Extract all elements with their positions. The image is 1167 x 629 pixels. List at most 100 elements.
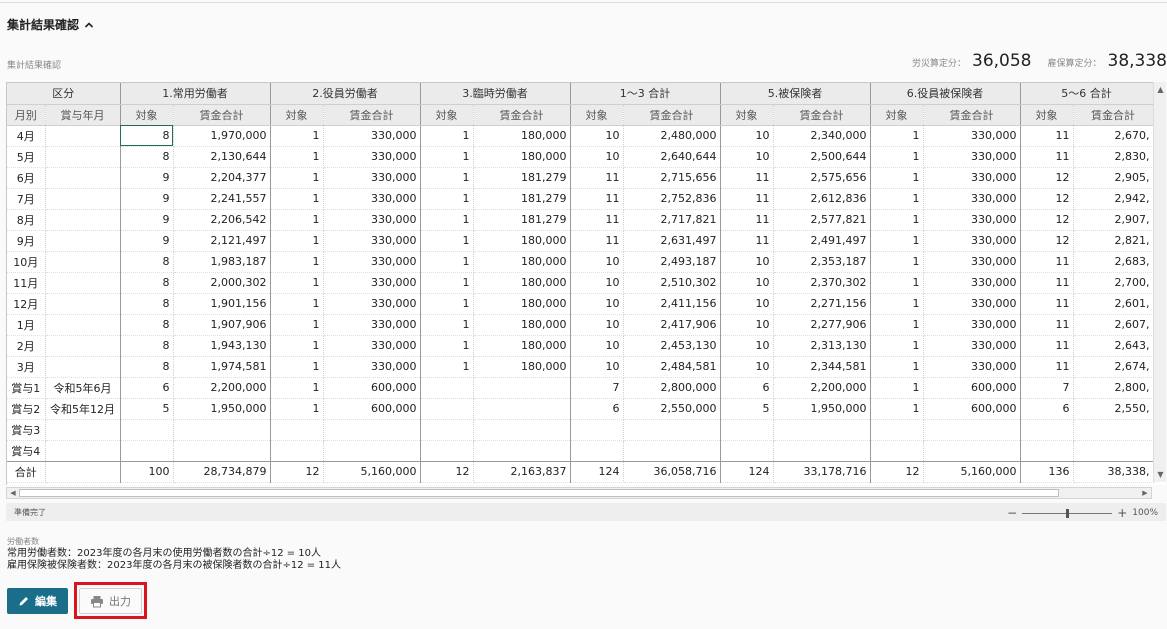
table-cell[interactable]: 124 — [720, 460, 774, 483]
row-label-cell[interactable]: 賞与3 — [7, 419, 46, 441]
row-label-cell[interactable]: 11月 — [7, 272, 46, 294]
table-cell[interactable]: 2,640,644 — [623, 146, 721, 168]
table-cell[interactable]: 5,160,000 — [323, 460, 421, 483]
table-cell[interactable]: 180,000 — [473, 314, 571, 336]
table-cell[interactable] — [323, 440, 421, 462]
table-cell[interactable]: 12 — [420, 460, 474, 483]
table-cell[interactable]: 1 — [270, 230, 324, 252]
bonus-date-cell[interactable] — [45, 314, 121, 336]
table-cell[interactable]: 330,000 — [323, 356, 421, 378]
table-cell[interactable] — [870, 440, 924, 462]
table-cell[interactable]: 330,000 — [923, 356, 1021, 378]
table-cell[interactable]: 1 — [270, 293, 324, 315]
table-cell[interactable]: 330,000 — [923, 230, 1021, 252]
table-cell[interactable]: 2,821, — [1073, 230, 1154, 252]
table-cell[interactable] — [270, 419, 324, 441]
table-cell[interactable]: 33,178,716 — [773, 460, 871, 483]
table-cell[interactable]: 11 — [1020, 356, 1074, 378]
table-cell[interactable]: 11 — [1020, 125, 1074, 147]
section-header[interactable]: 集計結果確認 — [7, 16, 95, 33]
table-cell[interactable]: 1 — [870, 356, 924, 378]
table-cell[interactable]: 1,950,000 — [173, 398, 271, 420]
table-cell[interactable]: 1 — [270, 167, 324, 189]
table-cell[interactable]: 330,000 — [923, 251, 1021, 273]
table-cell[interactable]: 1 — [420, 251, 474, 273]
table-cell[interactable]: 1 — [870, 293, 924, 315]
table-cell[interactable]: 1 — [270, 125, 324, 147]
table-cell[interactable]: 2,163,837 — [473, 460, 571, 483]
table-cell[interactable] — [623, 440, 721, 462]
scroll-down-icon[interactable]: ▼ — [1155, 469, 1166, 480]
table-cell[interactable]: 11 — [720, 167, 774, 189]
table-cell[interactable]: 2,601, — [1073, 293, 1154, 315]
bonus-date-cell[interactable] — [45, 251, 121, 273]
table-cell[interactable]: 11 — [1020, 146, 1074, 168]
table-cell[interactable]: 1 — [420, 188, 474, 210]
row-label-cell[interactable]: 賞与2 — [7, 398, 46, 420]
table-cell[interactable]: 8 — [120, 335, 174, 357]
table-cell[interactable] — [323, 419, 421, 441]
table-cell[interactable]: 2,700, — [1073, 272, 1154, 294]
table-cell[interactable]: 180,000 — [473, 272, 571, 294]
bonus-date-cell[interactable] — [45, 440, 121, 462]
bonus-date-cell[interactable] — [45, 146, 121, 168]
table-cell[interactable]: 330,000 — [323, 314, 421, 336]
table-cell[interactable]: 330,000 — [323, 188, 421, 210]
table-cell[interactable]: 8 — [120, 251, 174, 273]
table-cell[interactable]: 1 — [420, 356, 474, 378]
table-cell[interactable]: 2,277,906 — [773, 314, 871, 336]
table-cell[interactable] — [1020, 419, 1074, 441]
table-cell[interactable]: 2,130,644 — [173, 146, 271, 168]
table-cell[interactable]: 1 — [420, 335, 474, 357]
table-cell[interactable]: 1 — [270, 251, 324, 273]
table-cell[interactable]: 12 — [870, 460, 924, 483]
table-cell[interactable]: 2,353,187 — [773, 251, 871, 273]
table-cell[interactable] — [1073, 440, 1154, 462]
table-cell[interactable] — [420, 440, 474, 462]
table-cell[interactable] — [420, 377, 474, 399]
table-cell[interactable]: 136 — [1020, 460, 1074, 483]
row-label-cell[interactable]: 8月 — [7, 209, 46, 231]
table-cell[interactable]: 180,000 — [473, 146, 571, 168]
table-cell[interactable] — [720, 419, 774, 441]
table-cell[interactable]: 181,279 — [473, 167, 571, 189]
vertical-scrollbar[interactable]: ▲ ▼ — [1153, 82, 1166, 482]
zoom-control[interactable]: − + 100% — [1007, 506, 1158, 520]
table-cell[interactable] — [173, 419, 271, 441]
table-cell[interactable]: 180,000 — [473, 251, 571, 273]
table-cell[interactable]: 2,752,836 — [623, 188, 721, 210]
table-cell[interactable]: 2,631,497 — [623, 230, 721, 252]
table-cell[interactable]: 1 — [870, 398, 924, 420]
table-cell[interactable]: 2,480,000 — [623, 125, 721, 147]
table-cell[interactable]: 10 — [720, 356, 774, 378]
table-cell[interactable]: 2,674, — [1073, 356, 1154, 378]
scroll-up-icon[interactable]: ▲ — [1155, 84, 1166, 95]
bonus-date-cell[interactable] — [45, 230, 121, 252]
table-cell[interactable]: 2,344,581 — [773, 356, 871, 378]
table-cell[interactable]: 2,942, — [1073, 188, 1154, 210]
table-cell[interactable]: 11 — [570, 188, 624, 210]
table-cell[interactable]: 11 — [720, 230, 774, 252]
table-cell[interactable]: 2,453,130 — [623, 335, 721, 357]
table-cell[interactable] — [473, 377, 571, 399]
table-cell[interactable]: 11 — [1020, 251, 1074, 273]
table-cell[interactable]: 1 — [420, 125, 474, 147]
output-button[interactable]: 出力 — [79, 588, 142, 614]
table-cell[interactable]: 10 — [570, 314, 624, 336]
table-cell[interactable]: 1,970,000 — [173, 125, 271, 147]
zoom-in-icon[interactable]: + — [1117, 506, 1127, 520]
table-cell[interactable]: 180,000 — [473, 335, 571, 357]
zoom-out-icon[interactable]: − — [1007, 506, 1017, 520]
table-cell[interactable]: 330,000 — [923, 209, 1021, 231]
table-cell[interactable] — [773, 419, 871, 441]
table-cell[interactable]: 11 — [570, 209, 624, 231]
table-cell[interactable]: 181,279 — [473, 209, 571, 231]
table-cell[interactable]: 2,575,656 — [773, 167, 871, 189]
table-cell[interactable]: 1 — [270, 146, 324, 168]
table-cell[interactable]: 180,000 — [473, 125, 571, 147]
table-cell[interactable]: 330,000 — [323, 230, 421, 252]
table-cell[interactable]: 2,907, — [1073, 209, 1154, 231]
table-cell[interactable]: 2,000,302 — [173, 272, 271, 294]
table-cell[interactable]: 2,204,377 — [173, 167, 271, 189]
table-cell[interactable]: 8 — [120, 146, 174, 168]
